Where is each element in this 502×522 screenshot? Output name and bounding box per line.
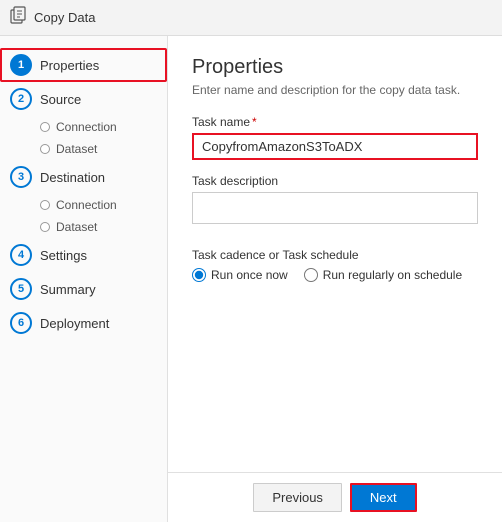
- sidebar-item-properties[interactable]: 1 Properties: [0, 48, 167, 82]
- nav-number-summary: 5: [10, 278, 32, 300]
- sidebar-label-deployment: Deployment: [40, 316, 109, 331]
- nav-number-settings: 4: [10, 244, 32, 266]
- sidebar-label-source: Source: [40, 92, 81, 107]
- sidebar-label-summary: Summary: [40, 282, 96, 297]
- sidebar-sublabel-source-dataset: Dataset: [56, 142, 97, 156]
- radio-run-regularly-label[interactable]: Run regularly on schedule: [323, 268, 462, 282]
- task-desc-label: Task description: [192, 174, 478, 188]
- cadence-group: Task cadence or Task schedule Run once n…: [192, 248, 478, 282]
- sidebar-sub-source-dataset[interactable]: Dataset: [0, 138, 167, 160]
- bottom-bar: Previous Next: [168, 472, 502, 522]
- cadence-label: Task cadence or Task schedule: [192, 248, 478, 262]
- main-content: 1 Properties 2 Source Connection Dataset…: [0, 36, 502, 522]
- radio-options: Run once now Run regularly on schedule: [192, 268, 478, 282]
- sidebar: 1 Properties 2 Source Connection Dataset…: [0, 36, 168, 522]
- task-desc-group: Task description: [192, 174, 478, 224]
- sidebar-sublabel-dest-dataset: Dataset: [56, 220, 97, 234]
- sub-dot-dest-connection: [40, 200, 50, 210]
- sidebar-item-summary[interactable]: 5 Summary: [0, 272, 167, 306]
- top-bar: Copy Data: [0, 0, 502, 36]
- next-button[interactable]: Next: [350, 483, 417, 512]
- properties-panel: Properties Enter name and description fo…: [168, 36, 502, 472]
- sidebar-sub-dest-dataset[interactable]: Dataset: [0, 216, 167, 238]
- nav-number-deployment: 6: [10, 312, 32, 334]
- nav-number-destination: 3: [10, 166, 32, 188]
- sidebar-label-properties: Properties: [40, 58, 99, 73]
- copy-data-icon: [10, 6, 28, 29]
- sub-dot-dest-dataset: [40, 222, 50, 232]
- sub-dot-source-dataset: [40, 144, 50, 154]
- sidebar-label-settings: Settings: [40, 248, 87, 263]
- radio-run-once[interactable]: Run once now: [192, 268, 288, 282]
- nav-number-source: 2: [10, 88, 32, 110]
- task-name-group: Task name*: [192, 115, 478, 160]
- panel-title: Properties: [192, 56, 478, 79]
- radio-run-once-input[interactable]: [192, 268, 206, 282]
- sidebar-item-settings[interactable]: 4 Settings: [0, 238, 167, 272]
- radio-run-once-label[interactable]: Run once now: [211, 268, 288, 282]
- radio-run-regularly-input[interactable]: [304, 268, 318, 282]
- nav-number-properties: 1: [10, 54, 32, 76]
- sidebar-item-destination[interactable]: 3 Destination: [0, 160, 167, 194]
- task-desc-input[interactable]: [192, 192, 478, 224]
- previous-button[interactable]: Previous: [253, 483, 342, 512]
- panel-subtitle: Enter name and description for the copy …: [192, 83, 478, 97]
- sidebar-label-destination: Destination: [40, 170, 105, 185]
- sidebar-item-source[interactable]: 2 Source: [0, 82, 167, 116]
- sidebar-sub-source-connection[interactable]: Connection: [0, 116, 167, 138]
- sidebar-item-deployment[interactable]: 6 Deployment: [0, 306, 167, 340]
- sidebar-sublabel-dest-connection: Connection: [56, 198, 117, 212]
- sidebar-sublabel-source-connection: Connection: [56, 120, 117, 134]
- task-name-input[interactable]: [192, 133, 478, 160]
- top-bar-title: Copy Data: [34, 10, 95, 25]
- radio-run-regularly[interactable]: Run regularly on schedule: [304, 268, 462, 282]
- task-name-label: Task name*: [192, 115, 478, 129]
- sidebar-sub-dest-connection[interactable]: Connection: [0, 194, 167, 216]
- sub-dot-source-connection: [40, 122, 50, 132]
